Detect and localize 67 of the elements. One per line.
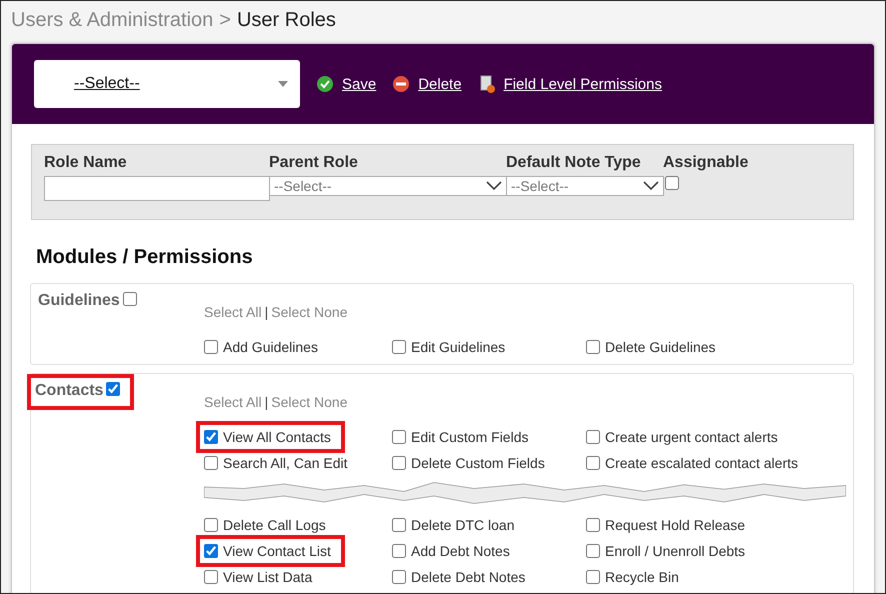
checkbox[interactable] <box>204 340 218 354</box>
checkbox[interactable] <box>392 544 406 558</box>
permission-option[interactable]: Delete Custom Fields <box>392 455 545 471</box>
dropdown-field[interactable]: --Select-- <box>269 176 507 196</box>
permission-option[interactable]: Request Hold Release <box>586 517 746 533</box>
permission-option[interactable]: Enroll / Unenroll Debts <box>586 543 746 559</box>
permission-option[interactable]: Search All, Can Edit <box>204 455 348 471</box>
chevron-icon <box>486 181 502 191</box>
checkbox[interactable] <box>204 544 218 558</box>
section-heading: Modules / Permissions <box>36 246 254 269</box>
permission-option[interactable]: Edit Custom Fields <box>392 429 528 445</box>
save-link[interactable]: Save <box>316 75 376 93</box>
permission-option[interactable]: Delete Debt Notes <box>392 569 526 585</box>
permissions-link[interactable]: Field Level Permissions <box>478 75 662 93</box>
checkbox[interactable] <box>586 430 600 444</box>
select-all-link[interactable]: Select All <box>204 304 262 320</box>
permission-option[interactable]: View All Contacts <box>196 421 345 453</box>
role-select[interactable]: --Select-- <box>34 60 300 108</box>
permission-option[interactable]: Edit Guidelines <box>392 339 506 355</box>
role-name-field[interactable] <box>44 176 270 201</box>
permission-option[interactable]: View Contact List <box>196 535 345 567</box>
delete-link[interactable]: Delete <box>392 75 462 93</box>
document-icon <box>478 75 496 93</box>
checkbox[interactable] <box>586 570 600 584</box>
checkbox[interactable] <box>392 430 406 444</box>
select-all-link[interactable]: Select All <box>204 394 262 410</box>
module-name: Guidelines <box>38 292 120 310</box>
checkbox[interactable] <box>204 570 218 584</box>
checkbox[interactable] <box>586 340 600 354</box>
field-label: Parent Role <box>269 154 359 172</box>
checkbox[interactable] <box>392 456 406 470</box>
checkbox[interactable] <box>204 518 218 532</box>
link-separator: | <box>264 394 268 410</box>
checkbox[interactable] <box>665 176 679 190</box>
breadcrumb-separator: > <box>219 8 231 32</box>
checkbox[interactable] <box>204 456 218 470</box>
checkbox[interactable] <box>392 340 406 354</box>
module-name: Contacts <box>35 382 104 400</box>
check-circle-icon <box>316 75 334 93</box>
checkbox[interactable] <box>122 292 137 306</box>
minus-circle-icon <box>392 75 410 93</box>
checkbox[interactable] <box>392 570 406 584</box>
chevron-icon <box>643 181 659 191</box>
select-none-link[interactable]: Select None <box>271 304 348 320</box>
select-none-link[interactable]: Select None <box>271 394 348 410</box>
checkbox[interactable] <box>106 382 120 396</box>
permission-option[interactable]: Delete Guidelines <box>586 339 716 355</box>
checkbox[interactable] <box>586 544 600 558</box>
permission-option[interactable]: Add Guidelines <box>204 339 318 355</box>
caret-icon <box>278 81 288 87</box>
field-label: Default Note Type <box>506 154 642 172</box>
permission-option[interactable]: Delete Call Logs <box>204 517 326 533</box>
permission-option[interactable]: Recycle Bin <box>586 569 679 585</box>
field-label: Assignable <box>663 154 750 172</box>
checkbox[interactable] <box>586 456 600 470</box>
dropdown-field[interactable]: --Select-- <box>506 176 664 196</box>
permission-option[interactable]: Create escalated contact alerts <box>586 455 798 471</box>
permission-option[interactable]: Create urgent contact alerts <box>586 429 778 445</box>
permission-option[interactable]: View List Data <box>204 569 312 585</box>
checkbox[interactable] <box>586 518 600 532</box>
link-separator: | <box>264 304 268 320</box>
permission-option[interactable]: Delete DTC loan <box>392 517 514 533</box>
checkbox[interactable] <box>204 430 218 444</box>
checkbox[interactable] <box>392 518 406 532</box>
permission-option[interactable]: Add Debt Notes <box>392 543 510 559</box>
field-label: Role Name <box>44 154 128 172</box>
page-title: User Roles <box>236 8 336 32</box>
